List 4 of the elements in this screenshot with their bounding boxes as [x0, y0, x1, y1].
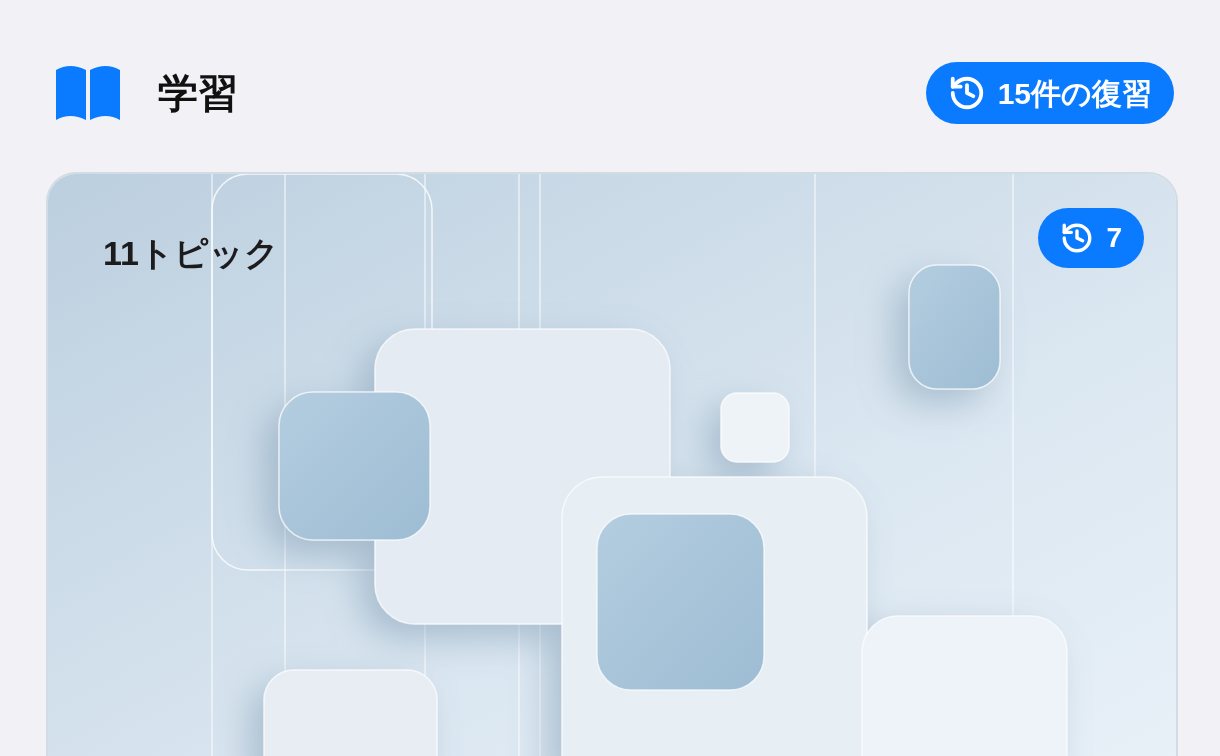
page-title: 学習: [158, 70, 238, 117]
topic-card[interactable]: 11トピック 7: [46, 172, 1178, 756]
review-button[interactable]: 15件の復習: [925, 62, 1174, 124]
topic-count: 11トピック: [103, 233, 279, 274]
